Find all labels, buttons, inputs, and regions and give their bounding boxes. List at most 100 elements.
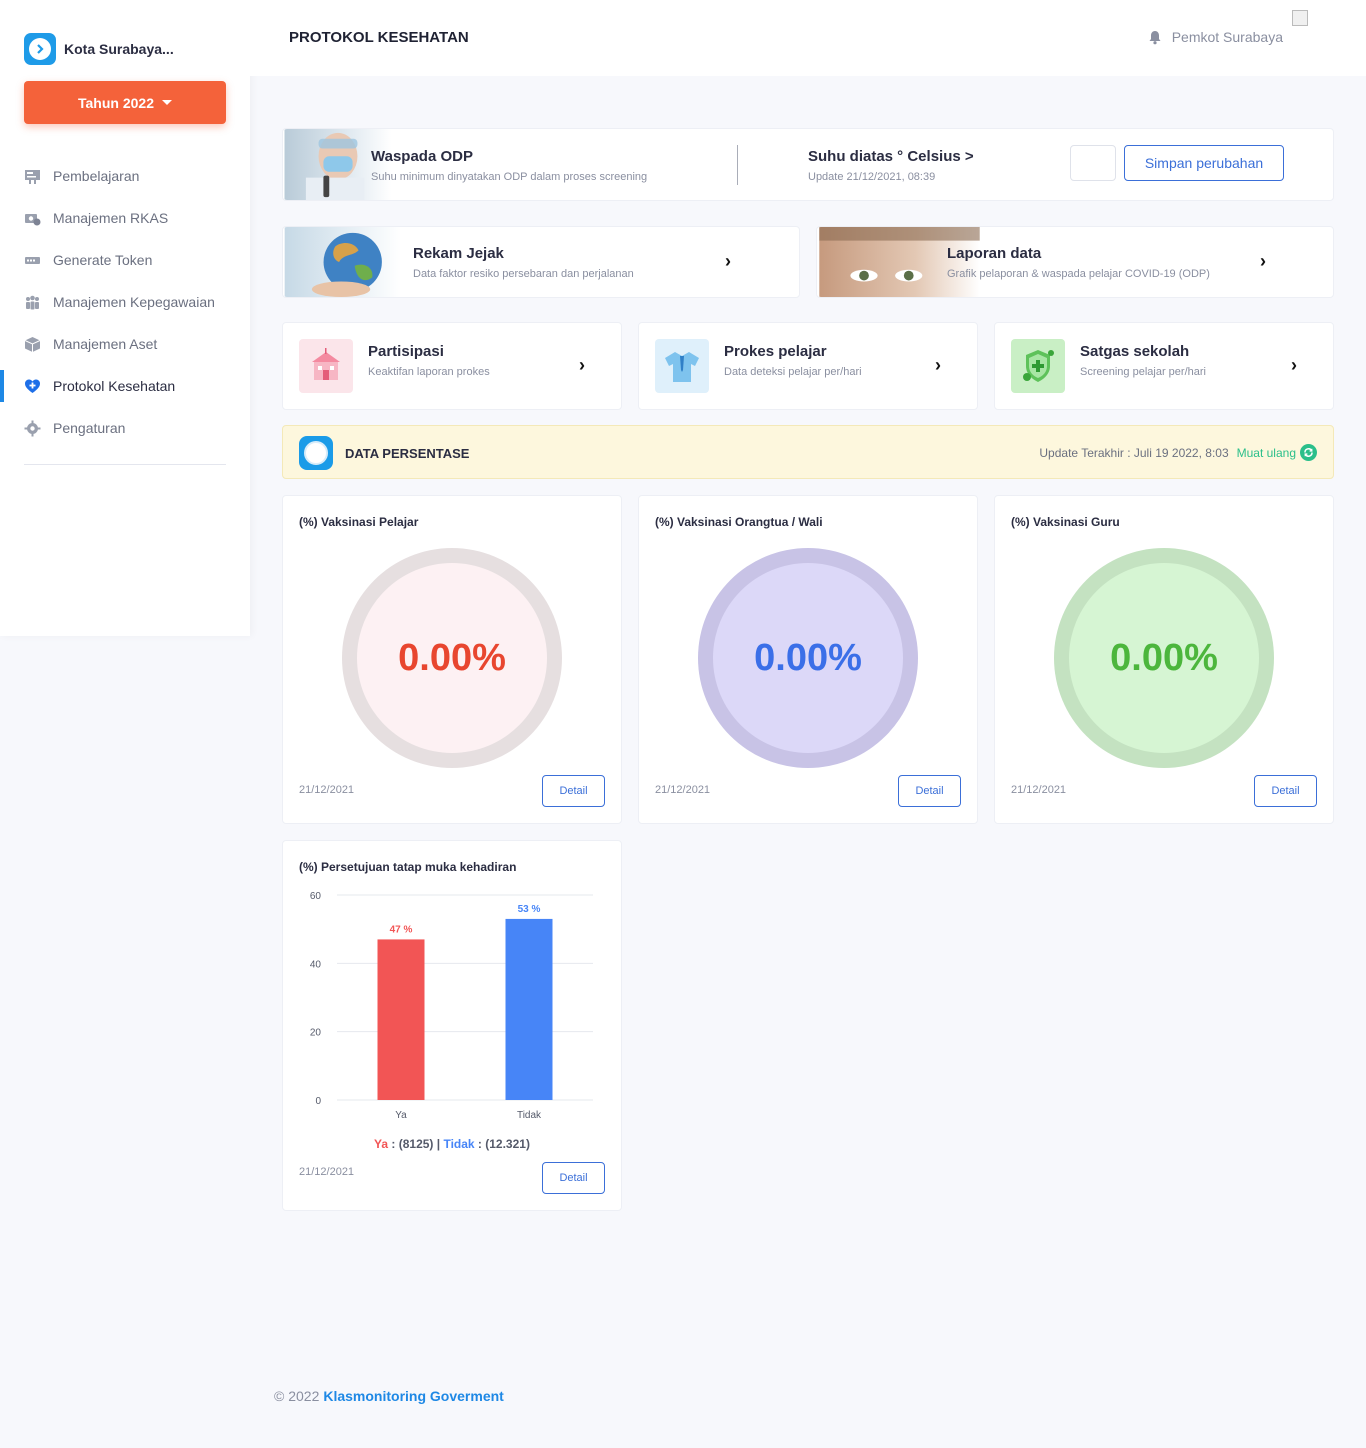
banner-title: DATA PERSENTASE: [345, 446, 470, 461]
y-tick-label: 0: [315, 1096, 321, 1107]
gauge-value: 0.00%: [713, 563, 903, 753]
vaksinasi-guru-card: (%) Vaksinasi Guru 0.00% 21/12/2021 Deta…: [994, 495, 1334, 824]
gauge-title: (%) Vaksinasi Pelajar: [299, 515, 419, 529]
rekam-jejak-subtitle: Data faktor resiko persebaran dan perjal…: [413, 268, 634, 280]
sidebar-nav: Pembelajaran Manajemen RKAS Generate Tok…: [0, 155, 250, 449]
partisipasi-title: Partisipasi: [368, 343, 444, 360]
banner-update: Update Terakhir : Juli 19 2022, 8:03 Mua…: [1039, 444, 1317, 461]
partisipasi-text: Partisipasi Keaktifan laporan prokes: [368, 343, 490, 378]
sidebar-item-manajemen-aset[interactable]: Manajemen Aset: [0, 323, 250, 365]
satgas-sekolah-text: Satgas sekolah Screening pelajar per/har…: [1080, 343, 1206, 378]
legend-ya-value: : (8125) |: [388, 1137, 444, 1151]
shield-virus-icon: [1011, 339, 1065, 393]
satgas-sekolah-subtitle: Screening pelajar per/hari: [1080, 366, 1206, 378]
sidebar: Kota Surabaya... Tahun 2022 Pembelajaran…: [0, 0, 250, 636]
sidebar-item-generate-token[interactable]: Generate Token: [0, 239, 250, 281]
sidebar-item-protokol-kesehatan[interactable]: Protokol Kesehatan: [0, 365, 250, 407]
temperature-text: Suhu diatas ° Celsius > Update 21/12/202…: [808, 148, 974, 183]
legend-tidak: Tidak: [443, 1137, 475, 1151]
attendance-chart-card: (%) Persetujuan tatap muka kehadiran 0 20…: [282, 840, 622, 1211]
partisipasi-subtitle: Keaktifan laporan prokes: [368, 366, 490, 378]
chart-title: (%) Persetujuan tatap muka kehadiran: [299, 860, 517, 874]
avatar[interactable]: [1292, 10, 1308, 26]
sidebar-item-label: Pengaturan: [53, 420, 126, 436]
odp-card: Waspada ODP Suhu minimum dinyatakan ODP …: [282, 128, 1334, 201]
gauge-title: (%) Vaksinasi Guru: [1011, 515, 1120, 529]
chart-legend: Ya : (8125) | Tidak : (12.321): [283, 1137, 621, 1151]
detail-button[interactable]: Detail: [542, 1162, 605, 1194]
footer-link[interactable]: Klasmonitoring Goverment: [323, 1388, 503, 1404]
rekam-jejak-text: Rekam Jejak Data faktor resiko persebara…: [413, 245, 634, 280]
odp-text: Waspada ODP Suhu minimum dinyatakan ODP …: [371, 148, 647, 183]
shirt-icon: [655, 339, 709, 393]
circle-icon: [299, 436, 333, 470]
sidebar-item-manajemen-rkas[interactable]: Manajemen RKAS: [0, 197, 250, 239]
detail-button[interactable]: Detail: [1254, 775, 1317, 807]
brand-logo-icon: [24, 33, 56, 65]
laporan-data-card[interactable]: Laporan data Grafik pelaporan & waspada …: [816, 226, 1334, 298]
partisipasi-card[interactable]: Partisipasi Keaktifan laporan prokes ›: [282, 322, 622, 410]
sidebar-item-label: Manajemen RKAS: [53, 210, 169, 226]
sidebar-item-pengaturan[interactable]: Pengaturan: [0, 407, 250, 449]
odp-subtitle: Suhu minimum dinyatakan ODP dalam proses…: [371, 171, 648, 183]
sidebar-item-pembelajaran[interactable]: Pembelajaran: [0, 155, 250, 197]
x-tick-label: Tidak: [517, 1110, 542, 1121]
chart-date: 21/12/2021: [299, 1166, 355, 1178]
prokes-pelajar-subtitle: Data deteksi pelajar per/hari: [724, 366, 862, 378]
rekam-jejak-title: Rekam Jejak: [413, 245, 504, 262]
temperature-input[interactable]: [1070, 145, 1116, 181]
vaksinasi-pelajar-card: (%) Vaksinasi Pelajar 0.00% 21/12/2021 D…: [282, 495, 622, 824]
bell-icon[interactable]: [1148, 30, 1162, 45]
gauge-value: 0.00%: [357, 563, 547, 753]
prokes-pelajar-card[interactable]: Prokes pelajar Data deteksi pelajar per/…: [638, 322, 978, 410]
gauge-date: 21/12/2021: [299, 784, 355, 796]
gauge-ring: 0.00%: [1054, 548, 1274, 768]
gear-icon: [24, 420, 41, 436]
gauge-ring: 0.00%: [342, 548, 562, 768]
brand-name: Kota Surabaya...: [64, 41, 174, 57]
bar-data-label: 53 %: [518, 904, 541, 915]
temperature-update: Update 21/12/2021, 08:39: [808, 171, 936, 183]
detail-button[interactable]: Detail: [898, 775, 961, 807]
sidebar-item-manajemen-kepegawaian[interactable]: Manajemen Kepegawaian: [0, 281, 250, 323]
legend-tidak-value: : (12.321): [474, 1137, 530, 1151]
prokes-pelajar-text: Prokes pelajar Data deteksi pelajar per/…: [724, 343, 862, 378]
data-percentage-banner: DATA PERSENTASE Update Terakhir : Juli 1…: [282, 425, 1334, 479]
laporan-data-text: Laporan data Grafik pelaporan & waspada …: [947, 245, 1210, 280]
divider: [737, 145, 738, 185]
top-header: PROTOKOL KESEHATAN Pemkot Surabaya: [250, 0, 1366, 76]
reload-label: Muat ulang: [1236, 445, 1296, 460]
odp-title: Waspada ODP: [371, 148, 473, 165]
bar-ya: [377, 939, 425, 1100]
laporan-data-title: Laporan data: [947, 245, 1042, 262]
x-tick-label: Ya: [395, 1110, 407, 1121]
sidebar-item-label: Manajemen Kepegawaian: [53, 294, 215, 310]
y-tick-label: 40: [310, 959, 322, 970]
chevron-right-icon: ›: [725, 251, 731, 271]
rekam-jejak-card[interactable]: Rekam Jejak Data faktor resiko persebara…: [282, 226, 800, 298]
sidebar-divider: [24, 464, 226, 465]
vaksinasi-orangtua-card: (%) Vaksinasi Orangtua / Wali 0.00% 21/1…: [638, 495, 978, 824]
user-menu[interactable]: Pemkot Surabaya: [1148, 29, 1283, 45]
copyright: © 2022: [274, 1388, 320, 1404]
chevron-right-icon: ›: [1260, 251, 1266, 271]
brand[interactable]: Kota Surabaya...: [24, 33, 174, 65]
reload-link[interactable]: Muat ulang: [1237, 444, 1317, 461]
save-changes-button[interactable]: Simpan perubahan: [1124, 145, 1284, 181]
gauge-ring: 0.00%: [698, 548, 918, 768]
satgas-sekolah-card[interactable]: Satgas sekolah Screening pelajar per/har…: [994, 322, 1334, 410]
page-title: PROTOKOL KESEHATAN: [289, 29, 469, 46]
year-dropdown-button[interactable]: Tahun 2022: [24, 81, 226, 124]
refresh-icon: [1300, 444, 1317, 461]
ticket-icon: [25, 256, 40, 264]
y-tick-label: 60: [310, 891, 322, 902]
last-update-text: Update Terakhir : Juli 19 2022, 8:03: [1039, 445, 1229, 460]
detail-button[interactable]: Detail: [542, 775, 605, 807]
money-icon: [25, 213, 41, 225]
gauge-date: 21/12/2021: [655, 784, 711, 796]
school-icon: [299, 339, 353, 393]
chevron-right-icon: ›: [935, 355, 941, 375]
bar-data-label: 47 %: [390, 924, 413, 935]
people-icon: [26, 295, 39, 309]
chevron-right-icon: ›: [1291, 355, 1297, 375]
